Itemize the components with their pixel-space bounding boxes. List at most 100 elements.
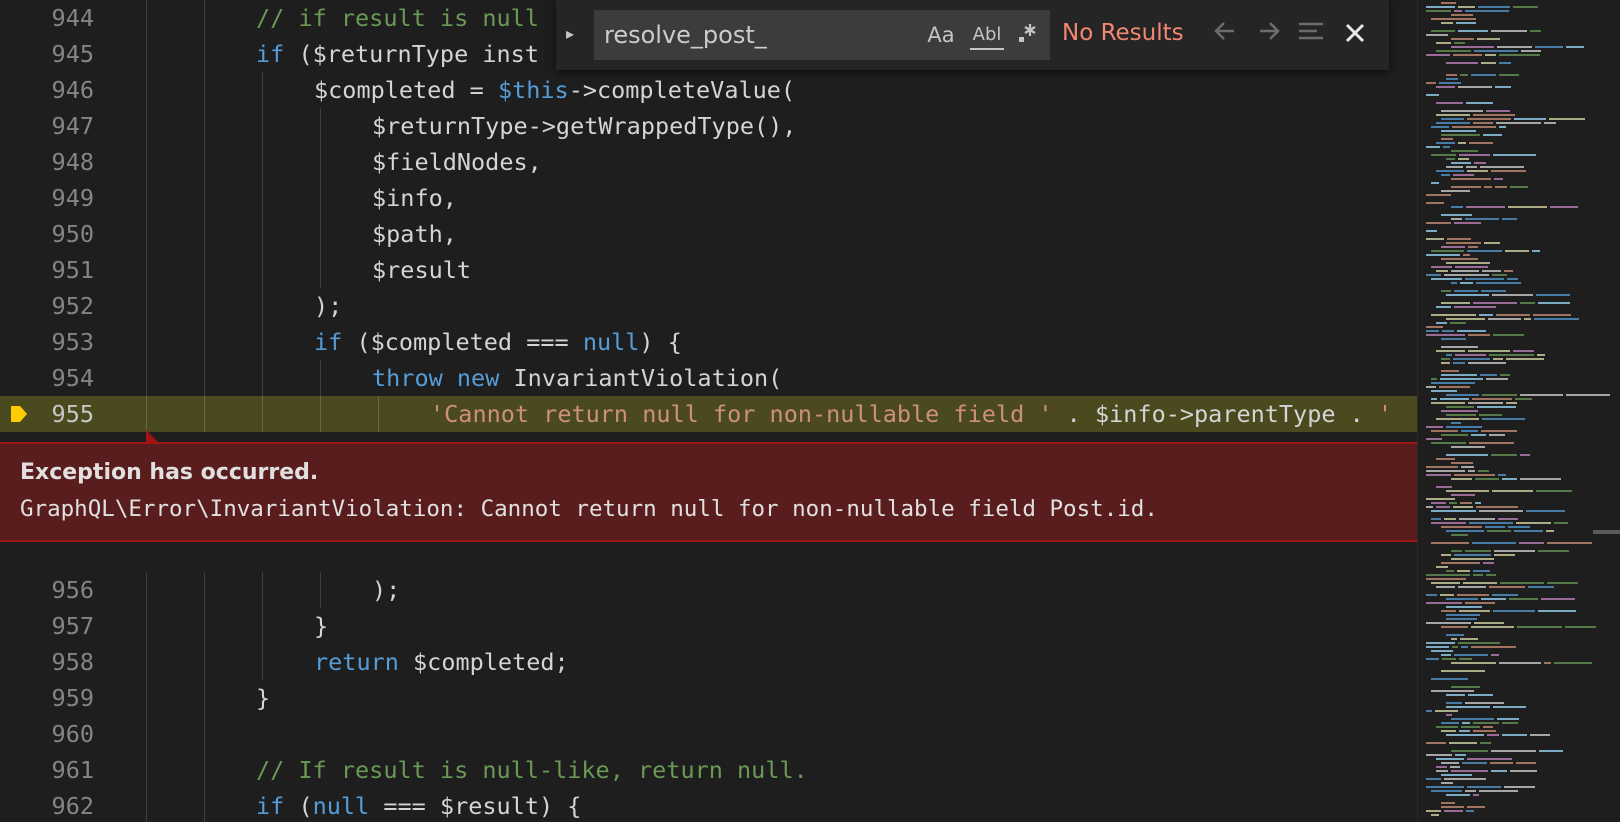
minimap-line [1492,490,1533,492]
indent-guide [204,144,205,180]
indent-guide [204,216,205,252]
minimap-line [1436,566,1448,568]
line-number[interactable]: 951 [0,252,94,288]
code-editor[interactable]: 944// if result is null 945 if ($returnTyp… [0,0,1417,822]
code-line[interactable]: 961 // If result is null-like, return nul… [0,752,1417,788]
code-line[interactable]: 953 if ($completed === null) { [0,324,1417,360]
minimap-line [1477,406,1516,408]
minimap-line [1544,122,1556,124]
line-number[interactable]: 961 [0,752,94,788]
code-line[interactable]: 958 return $completed; [0,644,1417,680]
minimap-line [1494,550,1535,552]
minimap-line [1446,454,1488,456]
minimap-line [1471,626,1514,628]
line-number[interactable]: 946 [0,72,94,108]
line-number[interactable]: 945 [0,36,94,72]
line-number[interactable]: 949 [0,180,94,216]
line-number[interactable]: 950 [0,216,94,252]
minimap-line [1446,570,1454,572]
minimap-line [1460,502,1472,504]
code-line[interactable]: 956); [0,572,1417,608]
minimap-line [1426,778,1441,780]
minimap-line [1454,222,1481,224]
minimap-line [1441,302,1470,304]
minimap-line [1426,438,1442,440]
minimap-line [1435,710,1458,712]
line-number[interactable]: 959 [0,680,94,716]
minimap-line [1426,54,1450,56]
minimap-line [1489,586,1525,588]
match-case-button[interactable]: Aa [924,20,958,50]
code-text: $path, [372,216,457,252]
minimap-line [1426,194,1451,196]
line-number[interactable]: 957 [0,608,94,644]
minimap-line [1482,270,1501,272]
minimap-line [1524,318,1531,320]
code-text: $fieldNodes, [372,144,542,180]
arrow-down-icon[interactable] [1252,18,1286,52]
line-number[interactable]: 953 [0,324,94,360]
line-number[interactable]: 948 [0,144,94,180]
minimap-line [1471,434,1486,436]
minimap-slider[interactable] [1593,530,1620,534]
line-number[interactable]: 960 [0,716,94,752]
code-token: $path, [372,220,457,248]
indent-guide [320,180,321,216]
minimap-line [1476,282,1521,284]
minimap-line [1472,398,1512,400]
code-line[interactable]: 957} [0,608,1417,644]
minimap-line [1453,506,1473,508]
code-token: ); [314,292,343,320]
minimap-line [1431,378,1437,380]
line-number[interactable]: 944 [0,0,94,36]
close-icon[interactable] [1338,18,1372,52]
code-line[interactable]: 955 'Cannot return null for non-nullable … [0,396,1417,432]
minimap-line [1431,154,1456,156]
minimap-line [1526,510,1565,512]
code-line[interactable]: 949 $info, [0,180,1417,216]
use-regex-button[interactable] [1012,20,1042,50]
code-line[interactable]: 960 [0,716,1417,752]
minimap-line [1436,270,1448,272]
line-number[interactable]: 947 [0,108,94,144]
minimap-line [1426,82,1436,84]
find-input[interactable] [604,10,904,60]
toggle-replace-icon[interactable]: ▸ [566,24,574,43]
minimap-line [1451,150,1478,152]
minimap-line [1471,74,1496,76]
minimap-line [1466,810,1474,812]
code-line[interactable]: 947 $returnType->getWrappedType(), [0,108,1417,144]
minimap-line [1528,586,1554,588]
code-line[interactable]: 959} [0,680,1417,716]
find-in-selection-icon[interactable] [1294,18,1328,52]
minimap-line [1499,74,1519,76]
minimap-line [1481,430,1517,432]
indent-guide [204,252,205,288]
indent-guide [146,252,147,288]
code-line[interactable]: 951 $result [0,252,1417,288]
code-line[interactable]: 962 if (null === $result) { [0,788,1417,822]
minimap-line [1489,354,1534,356]
minimap-line [1446,634,1464,636]
code-token: ->completeValue( [568,76,796,104]
line-number[interactable]: 952 [0,288,94,324]
minimap-line [1465,550,1491,552]
code-line[interactable]: 950 $path, [0,216,1417,252]
code-line[interactable]: 948 $fieldNodes, [0,144,1417,180]
minimap[interactable] [1417,0,1620,822]
code-line[interactable]: 952); [0,288,1417,324]
minimap-line [1481,598,1506,600]
regex-icon [1019,24,1036,42]
line-number[interactable]: 962 [0,788,94,822]
line-number[interactable]: 956 [0,572,94,608]
indent-guide [320,396,321,432]
arrow-up-icon[interactable] [1208,18,1242,52]
minimap-line [1533,314,1571,316]
code-line[interactable]: 946 $completed = $this->completeValue( [0,72,1417,108]
code-line[interactable]: 954 throw new InvariantViolation( [0,360,1417,396]
match-whole-word-button[interactable]: Abl [970,22,1004,50]
line-number[interactable]: 958 [0,644,94,680]
minimap-line [1458,30,1488,32]
code-token: null [582,328,640,356]
line-number[interactable]: 954 [0,360,94,396]
